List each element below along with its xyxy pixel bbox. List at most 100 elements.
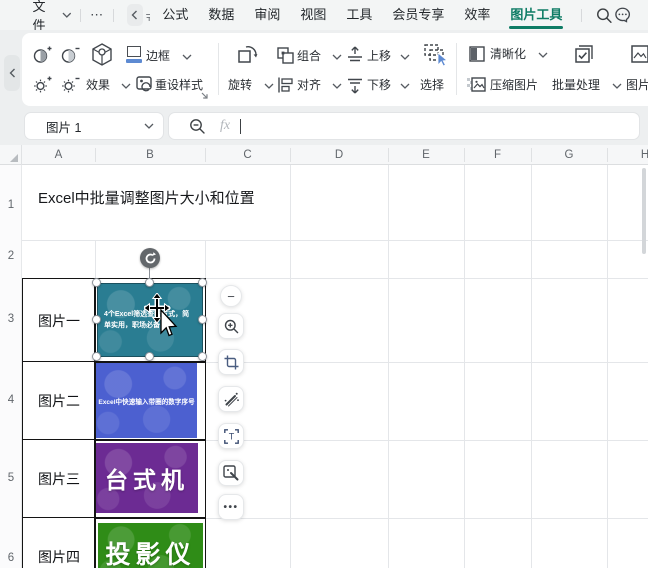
move-up-button[interactable]: 上移 bbox=[367, 48, 391, 64]
chevron-down-icon[interactable] bbox=[182, 54, 192, 60]
chevron-down-icon[interactable] bbox=[332, 83, 342, 89]
column-header-d[interactable]: D bbox=[290, 145, 388, 165]
extract-text-button[interactable]: T bbox=[218, 423, 244, 449]
chevron-down-icon[interactable] bbox=[62, 12, 72, 18]
resize-handle-s[interactable] bbox=[145, 352, 154, 361]
resize-handle-se[interactable] bbox=[198, 352, 207, 361]
row-header-3[interactable]: 3 bbox=[0, 313, 22, 325]
rotate-icon[interactable] bbox=[236, 43, 260, 67]
resize-handle-ne[interactable] bbox=[198, 278, 207, 287]
reset-style-button[interactable]: 重设样式 bbox=[155, 77, 203, 93]
brightness-decrease-icon[interactable] bbox=[60, 75, 80, 95]
picture-2[interactable]: Excel中快速输入带圈的数字序号 bbox=[96, 363, 197, 438]
select-objects-icon[interactable] bbox=[422, 42, 448, 68]
cell-a4[interactable]: 图片二 bbox=[22, 361, 96, 441]
border-icon[interactable] bbox=[126, 46, 142, 63]
search-icon[interactable] bbox=[596, 7, 613, 24]
bring-forward-icon[interactable] bbox=[346, 46, 364, 64]
hamburger-icon[interactable] bbox=[11, 0, 24, 30]
chevron-down-icon[interactable] bbox=[612, 83, 622, 89]
name-box[interactable]: 图片 1 bbox=[24, 112, 164, 140]
more-tools-button[interactable]: ••• bbox=[218, 494, 244, 520]
picture-button[interactable]: 图片 bbox=[626, 77, 648, 93]
formula-input[interactable]: fx bbox=[168, 112, 640, 140]
resize-handle-nw[interactable] bbox=[92, 278, 101, 287]
vertical-scrollbar-thumb[interactable] bbox=[642, 168, 646, 254]
select-all-corner[interactable] bbox=[0, 145, 22, 165]
clarity-button[interactable]: 清晰化 bbox=[490, 46, 526, 62]
tab-formulas[interactable]: 公式 bbox=[152, 0, 198, 30]
matting-button[interactable] bbox=[218, 460, 244, 486]
row-header-2[interactable]: 2 bbox=[0, 250, 22, 262]
collapse-toolbar-button[interactable]: − bbox=[220, 285, 242, 307]
column-header-f[interactable]: F bbox=[464, 145, 531, 165]
tab-view[interactable]: 视图 bbox=[290, 0, 336, 30]
batch-process-button[interactable]: 批量处理 bbox=[552, 77, 600, 93]
group-objects-icon[interactable] bbox=[276, 46, 294, 64]
tab-membership[interactable]: 会员专享 bbox=[382, 0, 454, 30]
brightness-increase-icon[interactable] bbox=[32, 75, 52, 95]
ribbon-collapse-button[interactable] bbox=[4, 55, 20, 91]
contrast-decrease-icon[interactable] bbox=[60, 45, 80, 65]
resize-handle-sw[interactable] bbox=[92, 352, 101, 361]
column-header-c[interactable]: C bbox=[205, 145, 290, 165]
reset-style-icon[interactable] bbox=[136, 75, 154, 93]
tab-scroll-left-button[interactable] bbox=[127, 4, 143, 26]
column-header-e[interactable]: E bbox=[388, 145, 464, 165]
move-down-button[interactable]: 下移 bbox=[367, 77, 391, 93]
file-menu[interactable]: 文件 bbox=[33, 0, 58, 33]
compress-picture-button[interactable]: 压缩图片 bbox=[490, 77, 538, 93]
effect-3d-icon[interactable] bbox=[90, 42, 114, 67]
picture-tool-icon[interactable] bbox=[630, 44, 648, 64]
zoom-out-icon[interactable] bbox=[189, 118, 206, 135]
chevron-down-icon[interactable] bbox=[264, 83, 274, 89]
zoom-preview-button[interactable] bbox=[218, 313, 244, 339]
chevron-down-icon[interactable] bbox=[400, 83, 410, 89]
crop-button[interactable] bbox=[218, 349, 244, 375]
column-header-g[interactable]: G bbox=[531, 145, 607, 165]
column-header-a[interactable]: A bbox=[22, 145, 95, 165]
chevron-down-icon[interactable] bbox=[538, 52, 548, 58]
align-button[interactable]: 对齐 bbox=[297, 77, 321, 93]
send-backward-icon[interactable] bbox=[346, 76, 364, 94]
compress-picture-icon[interactable] bbox=[466, 76, 486, 93]
row-header-4[interactable]: 4 bbox=[0, 394, 22, 406]
chevron-down-icon[interactable] bbox=[400, 54, 410, 60]
resize-handle-w[interactable] bbox=[92, 315, 101, 324]
chevron-down-icon[interactable] bbox=[144, 123, 154, 129]
group-button[interactable]: 组合 bbox=[297, 48, 321, 64]
resize-handle-e[interactable] bbox=[198, 315, 207, 324]
column-header-b[interactable]: B bbox=[95, 145, 205, 165]
clarity-icon[interactable] bbox=[468, 45, 486, 63]
contrast-increase-icon[interactable] bbox=[32, 45, 52, 65]
tab-review[interactable]: 审阅 bbox=[244, 0, 290, 30]
chevron-down-icon[interactable] bbox=[121, 83, 131, 89]
tab-tools[interactable]: 工具 bbox=[336, 0, 382, 30]
row-header-1[interactable]: 1 bbox=[0, 199, 22, 211]
chevron-down-icon[interactable] bbox=[332, 54, 342, 60]
tab-efficiency[interactable]: 效率 bbox=[454, 0, 500, 30]
select-button[interactable]: 选择 bbox=[420, 77, 444, 93]
dialog-launcher-icon[interactable] bbox=[200, 91, 209, 100]
cell-a3[interactable]: 图片一 bbox=[22, 278, 96, 363]
rotate-handle[interactable] bbox=[140, 248, 160, 268]
cloud-account-icon[interactable] bbox=[613, 6, 632, 24]
effects-button[interactable]: 效果 bbox=[86, 77, 110, 93]
picture-3[interactable]: 台式机 bbox=[96, 443, 198, 513]
beautify-button[interactable] bbox=[218, 386, 244, 412]
batch-process-icon[interactable] bbox=[573, 43, 595, 65]
border-button[interactable]: 边框 bbox=[146, 48, 170, 64]
row-header-5[interactable]: 5 bbox=[0, 472, 22, 484]
cell-a6[interactable]: 图片四 bbox=[22, 517, 96, 568]
picture-4[interactable]: 投影仪 bbox=[98, 523, 203, 568]
more-menus-button[interactable]: ⋯ bbox=[90, 0, 104, 30]
cell-a1-title[interactable]: Excel中批量调整图片大小和位置 bbox=[38, 187, 255, 208]
rotate-button[interactable]: 旋转 bbox=[228, 77, 252, 93]
tab-picture-tools[interactable]: 图片工具 bbox=[500, 0, 572, 30]
resize-handle-n[interactable] bbox=[145, 278, 154, 287]
cell-a5[interactable]: 图片三 bbox=[22, 439, 96, 519]
tab-data[interactable]: 数据 bbox=[198, 0, 244, 30]
row-header-6[interactable]: 6 bbox=[0, 552, 22, 564]
align-icon[interactable] bbox=[276, 76, 294, 94]
column-header-h[interactable]: H bbox=[607, 145, 648, 165]
